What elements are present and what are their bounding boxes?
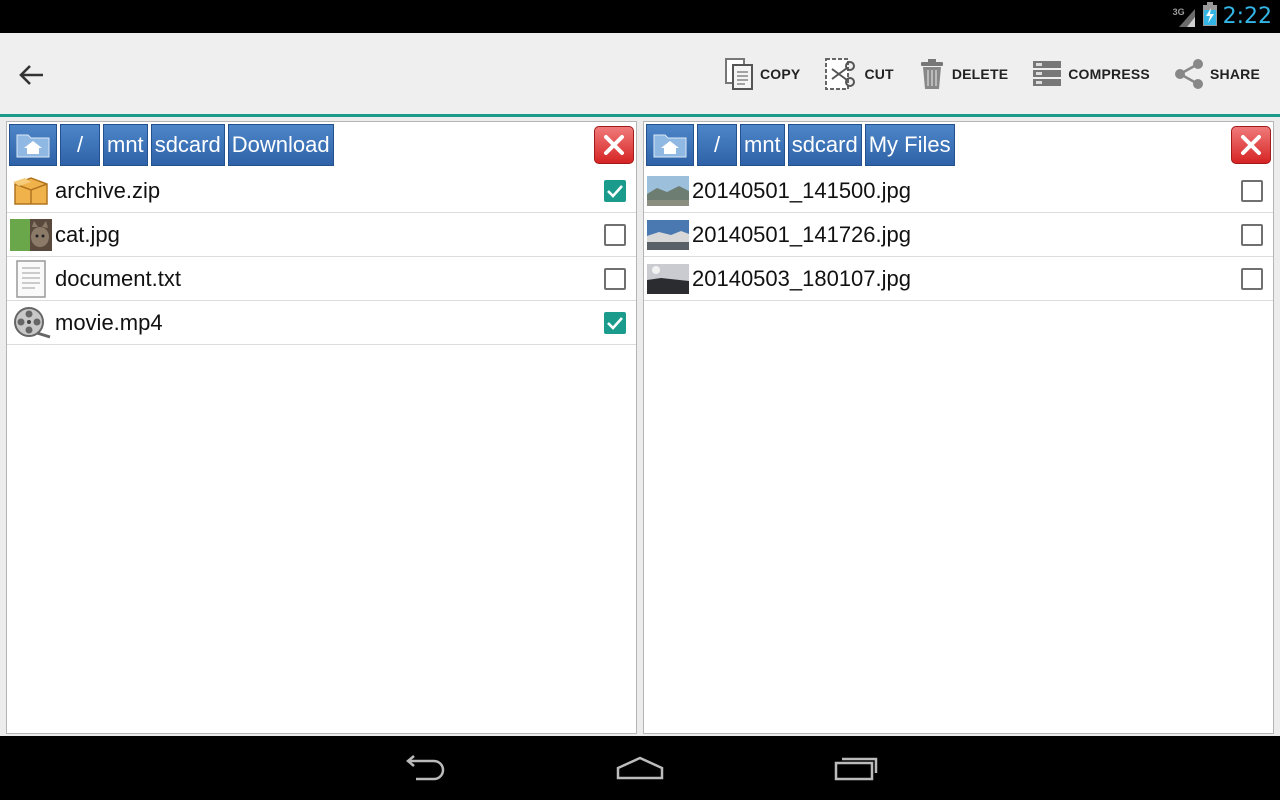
file-checkbox[interactable]	[604, 224, 626, 246]
breadcrumb-sdcard[interactable]: sdcard	[787, 124, 862, 166]
checkmark-icon	[607, 317, 623, 330]
status-icons: 3G 2:22	[1173, 0, 1272, 33]
file-row[interactable]: movie.mp4	[7, 301, 636, 345]
file-list: 20140501_141500.jpg 20140501_141726.jpg …	[644, 169, 1273, 301]
signal-icon: 3G	[1173, 5, 1197, 29]
back-button[interactable]	[8, 53, 56, 97]
cut-button[interactable]: CUT	[812, 44, 905, 104]
compress-button[interactable]: COMPRESS	[1020, 44, 1162, 104]
file-name: cat.jpg	[55, 221, 120, 247]
status-bar: 3G 2:22	[0, 0, 1280, 33]
file-row[interactable]: document.txt	[7, 257, 636, 301]
home-icon	[616, 756, 664, 780]
share-button[interactable]: SHARE	[1162, 44, 1272, 104]
breadcrumb-my-files[interactable]: My Files	[864, 124, 955, 166]
breadcrumb-root[interactable]: /	[60, 124, 100, 166]
image-thumbnail-icon	[646, 215, 690, 255]
dual-pane-browser: / mnt sdcard Download archive.zip cat.jp…	[0, 117, 1280, 736]
back-arrow-icon	[406, 755, 445, 781]
breadcrumb: / mnt sdcard Download	[9, 124, 334, 166]
file-checkbox[interactable]	[604, 268, 626, 290]
close-icon	[1241, 135, 1261, 155]
nav-back-button[interactable]	[394, 748, 454, 788]
compress-icon	[1033, 60, 1062, 86]
action-bar: COPY CUT DELETE COMPRESS SHARE	[0, 33, 1280, 117]
home-folder-icon	[16, 134, 50, 158]
breadcrumb: / mnt sdcard My Files	[646, 124, 955, 166]
battery-charging-icon	[1202, 2, 1217, 31]
left-pane: / mnt sdcard Download archive.zip cat.jp…	[6, 121, 637, 734]
file-name: 20140501_141726.jpg	[692, 221, 912, 247]
text-document-icon	[9, 259, 53, 299]
trash-icon	[920, 58, 943, 89]
file-checkbox[interactable]	[1241, 268, 1263, 290]
file-row[interactable]: archive.zip	[7, 169, 636, 213]
file-name: 20140501_141500.jpg	[692, 177, 912, 203]
recent-apps-icon	[834, 757, 878, 781]
breadcrumb-root[interactable]: /	[697, 124, 737, 166]
breadcrumb-home[interactable]	[9, 124, 57, 166]
image-thumbnail-icon	[646, 259, 690, 299]
file-list: archive.zip cat.jpg document.txt movie.m…	[7, 169, 636, 345]
home-folder-icon	[653, 134, 687, 158]
scissors-icon	[825, 57, 856, 90]
share-icon	[1174, 58, 1203, 89]
delete-button[interactable]: DELETE	[906, 44, 1020, 104]
close-pane-button[interactable]	[1231, 126, 1271, 164]
breadcrumb-mnt[interactable]: mnt	[103, 124, 148, 166]
toolbar-actions: COPY CUT DELETE COMPRESS SHARE	[712, 33, 1272, 114]
file-row[interactable]: cat.jpg	[7, 213, 636, 257]
file-row[interactable]: 20140503_180107.jpg	[644, 257, 1273, 301]
image-thumbnail-icon	[9, 215, 53, 255]
file-name: movie.mp4	[55, 309, 163, 335]
file-checkbox[interactable]	[604, 312, 626, 334]
file-name: 20140503_180107.jpg	[692, 265, 912, 291]
film-reel-icon	[9, 303, 53, 343]
file-checkbox[interactable]	[1241, 180, 1263, 202]
clock: 2:22	[1222, 4, 1272, 29]
image-thumbnail-icon	[646, 171, 690, 211]
copy-button[interactable]: COPY	[712, 44, 812, 104]
archive-icon	[9, 171, 53, 211]
nav-recents-button[interactable]	[826, 748, 886, 788]
file-checkbox[interactable]	[1241, 224, 1263, 246]
breadcrumb-download[interactable]: Download	[227, 124, 334, 166]
close-icon	[604, 135, 624, 155]
close-pane-button[interactable]	[594, 126, 634, 164]
breadcrumb-sdcard[interactable]: sdcard	[150, 124, 225, 166]
navigation-bar	[0, 736, 1280, 800]
right-pane: / mnt sdcard My Files 20140501_141500.jp…	[643, 121, 1274, 734]
arrow-left-icon	[19, 65, 43, 85]
file-row[interactable]: 20140501_141500.jpg	[644, 169, 1273, 213]
file-checkbox[interactable]	[604, 180, 626, 202]
nav-home-button[interactable]	[610, 748, 670, 788]
file-name: document.txt	[55, 265, 181, 291]
checkmark-icon	[607, 185, 623, 198]
breadcrumb-mnt[interactable]: mnt	[740, 124, 785, 166]
copy-icon	[724, 57, 753, 90]
file-row[interactable]: 20140501_141726.jpg	[644, 213, 1273, 257]
file-name: archive.zip	[55, 177, 161, 203]
breadcrumb-home[interactable]	[646, 124, 694, 166]
